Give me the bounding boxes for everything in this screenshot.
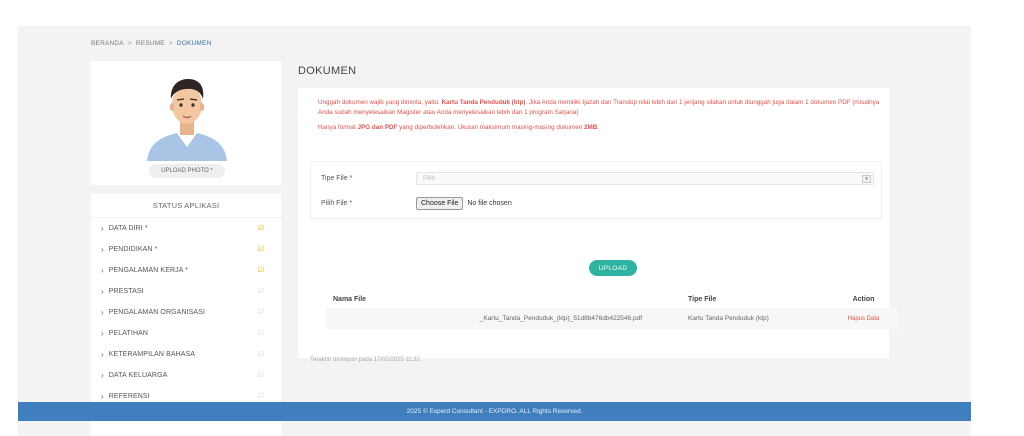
checkbox-check-icon: ☑ <box>257 330 265 337</box>
status-title: STATUS APLIKASI <box>91 194 281 218</box>
page-background: BERANDA > RESUME > DOKUMEN UPLOAD PHOTO * ST… <box>18 26 971 436</box>
chevron-right-icon: › <box>101 245 104 254</box>
status-item-data-diri[interactable]: › DATA DIRI * ☑ <box>91 218 281 239</box>
breadcrumb-item-resume[interactable]: RESUME <box>136 40 165 47</box>
breadcrumb-item-dokumen: DOKUMEN <box>176 40 212 47</box>
chevron-right-icon: › <box>101 329 104 338</box>
file-table: Nama File Tipe File Action _Kartu_Tanda_… <box>326 290 899 329</box>
checkbox-check-icon: ☑ <box>257 267 265 274</box>
document-card: Unggah dokumen wajib yang diminta, yaitu… <box>298 88 899 363</box>
chevron-right-icon: › <box>101 350 104 359</box>
table-row: _Kartu_Tanda_Penduduk_(ktp)_51d8b476db42… <box>326 308 899 329</box>
status-item-label: REFERENSI <box>108 393 150 400</box>
column-header-action: Action <box>852 295 875 303</box>
upload-form: Tipe File * Pilih ▾ Pilih File * Choose … <box>310 161 882 219</box>
chevron-right-icon: › <box>101 308 104 317</box>
status-item-pelatihan[interactable]: › PELATIHAN ☑ <box>91 323 281 344</box>
status-item-pengalaman-organisasi[interactable]: › PENGALAMAN ORGANISASI ☑ <box>91 302 281 323</box>
upload-button[interactable]: UPLOAD <box>589 260 637 276</box>
notice-formats: JPG dan PDF <box>357 123 398 131</box>
checkbox-check-icon: ☑ <box>257 225 265 232</box>
checkbox-check-icon: ☑ <box>257 309 265 316</box>
checkbox-check-icon: ☑ <box>257 372 265 379</box>
checkbox-check-icon: ☑ <box>257 351 265 358</box>
chevron-right-icon: › <box>101 224 104 233</box>
chevron-right-icon: › <box>101 287 104 296</box>
status-item-label: PRESTASI <box>108 288 144 295</box>
status-item-label: DATA KELUARGA <box>108 372 168 379</box>
pilih-file-row: Pilih File * Choose File No file chosen <box>321 197 512 210</box>
status-item-pendidikan[interactable]: › PENDIDIKAN * ☑ <box>91 239 281 260</box>
avatar <box>147 79 227 161</box>
breadcrumb-item-beranda[interactable]: BERANDA <box>91 40 124 47</box>
chevron-right-icon: › <box>101 371 104 380</box>
status-item-label: DATA DIRI * <box>108 225 148 232</box>
tipe-file-selected-value: Pilih <box>423 175 436 182</box>
page-title: DOKUMEN <box>298 65 357 77</box>
table-header-row: Nama File Tipe File Action <box>326 290 899 308</box>
checkbox-check-icon: ☑ <box>257 393 265 400</box>
status-item-label: PELATIHAN <box>108 330 149 337</box>
chevron-down-icon: ▾ <box>862 175 871 183</box>
profile-card: UPLOAD PHOTO * <box>91 61 281 185</box>
status-item-prestasi[interactable]: › PRESTASI ☑ <box>91 281 281 302</box>
tipe-file-select[interactable]: Pilih ▾ <box>416 172 874 185</box>
notice-required-doc: Kartu Tanda Penduduk (ktp) <box>441 99 526 106</box>
column-header-nama-file: Nama File <box>333 295 367 303</box>
upload-photo-button[interactable]: UPLOAD PHOTO * <box>149 164 225 178</box>
chevron-right-icon: › <box>101 266 104 275</box>
checkbox-check-icon: ☑ <box>257 246 265 253</box>
tipe-file-row: Tipe File * Pilih ▾ <box>321 172 874 185</box>
tipe-file-label: Tipe File * <box>321 175 353 182</box>
status-item-label: KETERAMPILAN BAHASA <box>108 351 196 358</box>
status-item-label: PENGALAMAN KERJA * <box>108 267 188 274</box>
notice-text: Unggah dokumen wajib yang diminta, yaitu… <box>318 98 880 137</box>
status-item-keterampilan-bahasa[interactable]: › KETERAMPILAN BAHASA ☑ <box>91 344 281 365</box>
breadcrumb-separator: > <box>168 40 173 47</box>
hapus-data-link[interactable]: Hapus Data <box>828 308 899 329</box>
file-name-cell: _Kartu_Tanda_Penduduk_(ktp)_51d8b476db42… <box>326 308 688 329</box>
status-list: › DATA DIRI * ☑ › PENDIDIKAN * ☑ › PENGALAMAN… <box>91 218 281 407</box>
status-item-data-keluarga[interactable]: › DATA KELUARGA ☑ <box>91 365 281 386</box>
notice-line2-end: . <box>597 123 600 131</box>
choose-file-button[interactable]: Choose File <box>416 197 464 210</box>
notice-max-size: 2MB <box>583 123 598 131</box>
breadcrumb-separator: > <box>127 40 132 47</box>
status-item-label: PENDIDIKAN * <box>108 246 158 253</box>
checkbox-check-icon: ☑ <box>257 288 265 295</box>
column-header-tipe-file: Tipe File <box>688 295 717 303</box>
notice-line1-text: Unggah dokumen wajib yang diminta, yaitu… <box>318 99 442 106</box>
file-status-text: No file chosen <box>467 200 512 207</box>
chevron-right-icon: › <box>101 392 104 401</box>
status-item-label: PENGALAMAN ORGANISASI <box>108 309 205 316</box>
notice-line2-mid: yang diperbolehkan. Ukuran maksimum masi… <box>397 123 584 131</box>
breadcrumb: BERANDA > RESUME > DOKUMEN <box>91 40 211 47</box>
footer-text: 2025 © Experd Consultant - EXPDRO. ALL R… <box>406 408 583 415</box>
footer: 2025 © Experd Consultant - EXPDRO. ALL R… <box>18 402 971 421</box>
file-type-cell: Kartu Tanda Penduduk (ktp) <box>688 308 828 329</box>
pilih-file-label: Pilih File * <box>321 200 353 207</box>
status-panel: STATUS APLIKASI › DATA DIRI * ☑ › PENDIDIKA… <box>91 194 281 436</box>
status-item-pengalaman-kerja[interactable]: › PENGALAMAN KERJA * ☑ <box>91 260 281 281</box>
last-saved-text: Terakhir disimpan pada 17/02/2025 11:32 <box>310 357 420 363</box>
notice-line2-text: Hanya format <box>318 123 358 131</box>
